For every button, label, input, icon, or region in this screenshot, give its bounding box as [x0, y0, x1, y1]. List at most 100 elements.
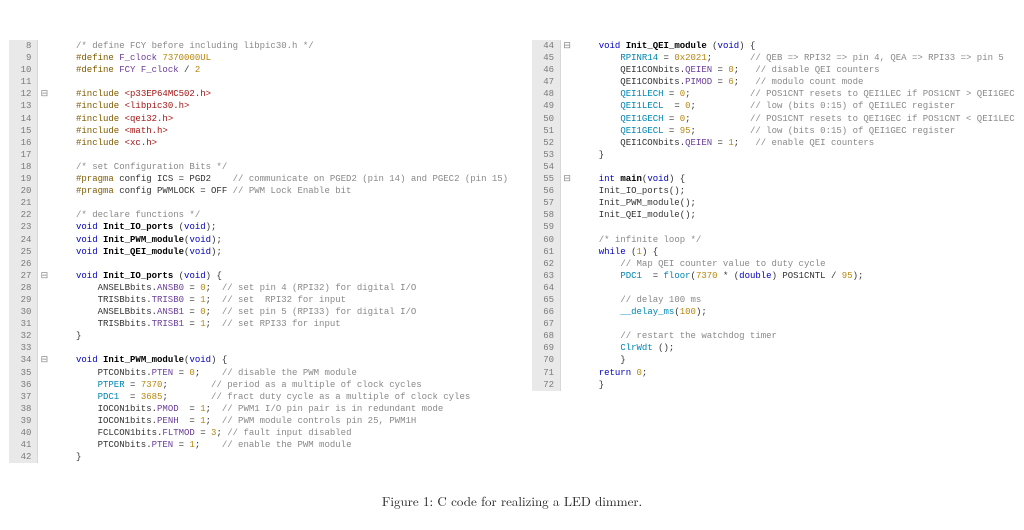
code-line: 59 [532, 221, 1015, 233]
line-number: 64 [532, 282, 561, 294]
code-line: 12⊟ #include <p33EP64MC502.h> [9, 88, 508, 100]
code-text: FCLCON1bits.FLTMOD = 3; // fault input d… [50, 427, 351, 439]
line-number: 18 [9, 161, 38, 173]
fold-marker [38, 342, 50, 354]
fold-marker [561, 209, 573, 221]
fold-marker[interactable]: ⊟ [38, 354, 50, 366]
fold-marker [561, 221, 573, 233]
fold-marker [561, 282, 573, 294]
code-panel-right: 44⊟ void Init_QEI_module (void) {45 RPIN… [532, 40, 1015, 463]
fold-marker [561, 113, 573, 125]
code-line: 8 /* define FCY before including libpic3… [9, 40, 508, 52]
line-number: 51 [532, 125, 561, 137]
code-line: 57 Init_PWM_module(); [532, 197, 1015, 209]
code-text: QEI1CONbits.QEIEN = 0; // disable QEI co… [573, 64, 880, 76]
code-line: 48 QEI1LECH = 0; // POS1CNT resets to QE… [532, 88, 1015, 100]
line-number: 25 [9, 246, 38, 258]
line-number: 66 [532, 306, 561, 318]
fold-marker [38, 76, 50, 88]
line-number: 15 [9, 125, 38, 137]
line-number: 60 [532, 234, 561, 246]
code-line: 37 PDC1 = 3685; // fract duty cycle as a… [9, 391, 508, 403]
code-text: ANSELBbits.ANSB1 = 0; // set pin 5 (RPI3… [50, 306, 416, 318]
fold-marker [38, 415, 50, 427]
fold-marker [38, 451, 50, 463]
code-line: 29 TRISBbits.TRISB0 = 1; // set RPI32 fo… [9, 294, 508, 306]
code-line: 62 // Map QEI counter value to duty cycl… [532, 258, 1015, 270]
fold-marker [38, 258, 50, 270]
code-line: 54 [532, 161, 1015, 173]
code-text: } [573, 379, 604, 391]
fold-marker [561, 379, 573, 391]
line-number: 56 [532, 185, 561, 197]
fold-marker [38, 330, 50, 342]
line-number: 36 [9, 379, 38, 391]
line-number: 34 [9, 354, 38, 366]
code-line: 40 FCLCON1bits.FLTMOD = 3; // fault inpu… [9, 427, 508, 439]
line-number: 17 [9, 149, 38, 161]
code-line: 17 [9, 149, 508, 161]
line-number: 46 [532, 64, 561, 76]
code-text: QEI1CONbits.PIMOD = 6; // modulo count m… [573, 76, 863, 88]
fold-marker [38, 52, 50, 64]
code-line: 22 /* declare functions */ [9, 209, 508, 221]
fold-marker [38, 137, 50, 149]
fold-marker [38, 197, 50, 209]
line-number: 61 [532, 246, 561, 258]
code-text: #define F_clock 7370000UL [50, 52, 211, 64]
code-text: QEI1GECL = 95; // low (bits 0:15) of QEI… [573, 125, 955, 137]
line-number: 59 [532, 221, 561, 233]
code-line: 21 [9, 197, 508, 209]
code-line: 15 #include <math.h> [9, 125, 508, 137]
code-line: 68 // restart the watchdog timer [532, 330, 1015, 342]
code-line: 63 PDC1 = floor(7370 * (double) POS1CNTL… [532, 270, 1015, 282]
line-number: 20 [9, 185, 38, 197]
fold-marker[interactable]: ⊟ [38, 270, 50, 282]
fold-marker [38, 294, 50, 306]
fold-marker [38, 246, 50, 258]
line-number: 10 [9, 64, 38, 76]
line-number: 22 [9, 209, 38, 221]
fold-marker [38, 149, 50, 161]
line-number: 67 [532, 318, 561, 330]
code-text: void Init_IO_ports (void); [50, 221, 216, 233]
code-text: QEI1LECL = 0; // low (bits 0:15) of QEI1… [573, 100, 955, 112]
code-text: RPINR14 = 0x2021; // QEB => RPI32 => pin… [573, 52, 1004, 64]
code-text: } [50, 330, 81, 342]
code-text: #include <qei32.h> [50, 113, 173, 125]
code-line: 67 [532, 318, 1015, 330]
code-line: 45 RPINR14 = 0x2021; // QEB => RPI32 => … [532, 52, 1015, 64]
fold-marker [561, 100, 573, 112]
fold-marker [38, 40, 50, 52]
fold-marker [561, 197, 573, 209]
code-text: // Map QEI counter value to duty cycle [573, 258, 825, 270]
fold-marker[interactable]: ⊟ [38, 88, 50, 100]
line-number: 50 [532, 113, 561, 125]
line-number: 35 [9, 367, 38, 379]
line-number: 58 [532, 209, 561, 221]
fold-marker [561, 76, 573, 88]
line-number: 54 [532, 161, 561, 173]
code-line: 72 } [532, 379, 1015, 391]
code-line: 71 return 0; [532, 367, 1015, 379]
code-line: 55⊟ int main(void) { [532, 173, 1015, 185]
code-line: 34⊟ void Init_PWM_module(void) { [9, 354, 508, 366]
line-number: 38 [9, 403, 38, 415]
fold-marker [38, 221, 50, 233]
line-number: 48 [532, 88, 561, 100]
fold-marker [561, 125, 573, 137]
line-number: 33 [9, 342, 38, 354]
line-number: 29 [9, 294, 38, 306]
fold-marker [38, 379, 50, 391]
fold-marker [561, 354, 573, 366]
code-text: Init_QEI_module(); [573, 209, 696, 221]
fold-marker[interactable]: ⊟ [561, 173, 573, 185]
figure-caption: Figure 1: C code for realizing a LED dim… [40, 491, 984, 510]
fold-marker [38, 185, 50, 197]
fold-marker [561, 367, 573, 379]
fold-marker [561, 258, 573, 270]
fold-marker[interactable]: ⊟ [561, 40, 573, 52]
code-line: 66 __delay_ms(100); [532, 306, 1015, 318]
code-text: PTCONbits.PTEN = 0; // disable the PWM m… [50, 367, 356, 379]
code-text: Init_IO_ports(); [573, 185, 685, 197]
